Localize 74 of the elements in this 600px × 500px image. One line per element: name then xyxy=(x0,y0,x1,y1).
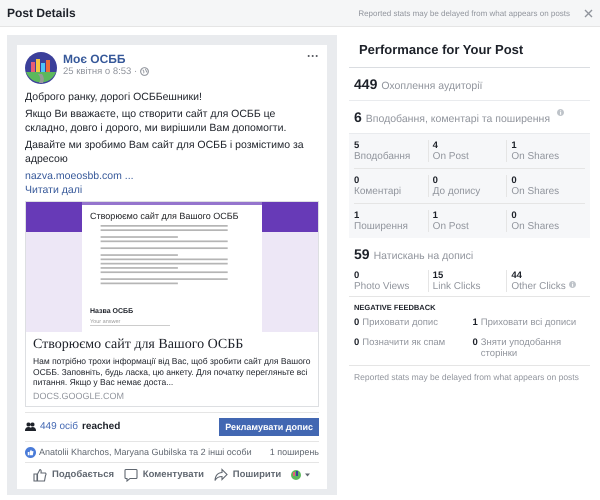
people-icon xyxy=(25,422,36,431)
page-selector-button[interactable] xyxy=(291,470,311,480)
info-icon[interactable] xyxy=(557,109,564,116)
stat-label: Зняти уподобання сторінки xyxy=(480,337,562,359)
stat-value: 0 xyxy=(354,270,360,281)
reach-label: reached xyxy=(82,421,122,432)
stat-value: 1 xyxy=(432,210,439,221)
stat-value: 1 xyxy=(472,317,478,328)
stat-value: 0 xyxy=(354,175,360,186)
post-timestamp[interactable]: 25 квітня о 8:53 · xyxy=(63,66,138,77)
speech-bubble-icon xyxy=(124,468,138,482)
share-count[interactable]: 1 поширень xyxy=(270,447,319,457)
stat-label: Коментарі xyxy=(354,186,402,197)
form-title: Створюємо сайт для Вашого ОСББ xyxy=(90,211,240,221)
stat-label: On Post xyxy=(432,151,470,162)
stat-label: Приховати допис xyxy=(362,317,438,328)
stat-label: On Shares xyxy=(511,151,560,162)
like-reaction-icon xyxy=(25,446,36,458)
stat-label: Вподобання, коментарі та поширення xyxy=(366,113,550,125)
stat-label: Натискань на дописі xyxy=(374,250,474,262)
window-title: Post Details xyxy=(7,6,77,20)
city-logo-icon xyxy=(25,52,57,84)
boost-post-button[interactable]: Рекламувати допис xyxy=(219,418,319,436)
like-button[interactable]: Подобається xyxy=(33,468,114,482)
preview-title: Створюємо сайт для Вашого ОСББ xyxy=(33,337,244,353)
stat-value: 4 xyxy=(432,140,439,151)
delay-notice: Reported stats may be delayed from what appears on posts xyxy=(358,8,570,18)
delay-notice: Reported stats may be delayed from what appears on posts xyxy=(353,371,580,384)
stat-value: 0 xyxy=(354,317,360,328)
stat-value: 0 xyxy=(511,210,518,221)
share-arrow-icon xyxy=(214,468,228,482)
stat-label: Photo Views xyxy=(354,281,410,292)
preview-description: Нам потрібно трохи інформації від Вас, щоб зробити сайт для Вашого ОСББ. Заповніть, будь ласка, цю анкету. Для початку перегляньте всі питання. Якщо у Вас немає доста... xyxy=(33,356,311,388)
more-options-button[interactable]: ··· xyxy=(307,52,319,60)
performance-title: Performance for Your Post xyxy=(349,35,590,68)
stat-label: Приховати всі дописи xyxy=(480,317,576,328)
stat-label: До допису xyxy=(432,186,482,197)
stat-label: Вподобання xyxy=(354,151,412,162)
stat-value: 0 xyxy=(472,337,478,348)
comment-button[interactable]: Коментувати xyxy=(124,468,204,482)
info-icon[interactable] xyxy=(568,281,576,288)
stat-value: 0 xyxy=(432,175,439,186)
stat-value: 449 xyxy=(354,76,378,92)
post-link[interactable]: nazva.moeosbb.com ... xyxy=(25,169,134,183)
stat-value: 0 xyxy=(354,337,360,348)
reaction-names[interactable]: Anatolii Kharchos, Maryana Gubilska та 2 інші особи xyxy=(39,447,267,457)
page-name-link[interactable]: Моє ОСББ xyxy=(63,52,301,66)
stat-value: 1 xyxy=(354,210,360,221)
stat-value: 0 xyxy=(511,175,518,186)
stat-value: 1 xyxy=(511,140,518,151)
stat-label: Other Clicks xyxy=(511,281,586,292)
stat-value: 15 xyxy=(432,270,444,281)
stat-label: On Shares xyxy=(511,221,560,232)
thumbs-up-icon xyxy=(33,468,47,482)
stat-label: Поширення xyxy=(354,221,409,232)
post-text: Давайте ми зробимо Вам сайт для ОСББ і розмістимо за адресою xyxy=(25,138,305,166)
stat-label: Позначити як спам xyxy=(362,337,446,348)
globe-icon xyxy=(140,67,150,76)
stat-label: Охоплення аудиторії xyxy=(381,80,482,92)
close-icon[interactable] xyxy=(584,8,593,18)
post-text: Якщо Ви вважаєте, що створити сайт для ОСББ це складно, довго і дорого, ми вирішили Вам допомогти. xyxy=(25,107,288,135)
preview-domain: DOCS.GOOGLE.COM xyxy=(33,390,126,400)
link-preview[interactable] xyxy=(25,201,319,406)
stat-label: On Post xyxy=(432,221,470,232)
share-button[interactable]: Поширити xyxy=(214,468,282,482)
stat-value: 5 xyxy=(354,140,360,151)
reach-link[interactable]: 449 осіб xyxy=(40,421,78,432)
stat-value: 59 xyxy=(354,246,370,262)
stat-label: On Shares xyxy=(511,186,560,197)
stat-value: 6 xyxy=(354,109,362,125)
stat-label: Link Clicks xyxy=(432,281,482,292)
stat-value: 44 xyxy=(511,270,523,281)
read-more-link[interactable]: Читати далі xyxy=(25,183,82,197)
post-text: Доброго ранку, дорогі ОСББешники! xyxy=(25,90,203,104)
